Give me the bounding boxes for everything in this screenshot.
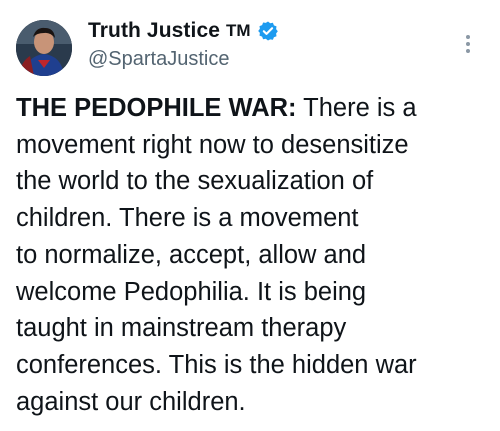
avatar-image <box>16 20 72 76</box>
more-vertical-icon[interactable] <box>456 32 480 56</box>
post-text-line: children. There is a movement <box>16 204 359 233</box>
display-name-row: Truth Justice TM <box>88 16 279 46</box>
post-text-line: against our children. <box>16 387 246 416</box>
post-text-line: taught in mainstream therapy <box>16 314 347 343</box>
trademark-mark: TM <box>226 21 251 40</box>
verified-badge-icon <box>257 20 279 42</box>
post-text-line-fragment: There is a <box>296 94 417 122</box>
post-text-lead: THE PEDOPHILE WAR: <box>16 94 297 122</box>
author-names: Truth Justice TM @SpartaJustice <box>88 16 279 71</box>
display-name[interactable]: Truth Justice <box>88 19 220 43</box>
post-text-line: welcome Pedophilia. It is being <box>16 277 367 306</box>
post-text: THE PEDOPHILE WAR: There is a movement r… <box>16 90 486 420</box>
post-header: Truth Justice TM @SpartaJustice <box>16 14 484 76</box>
author-handle[interactable]: @SpartaJustice <box>88 48 279 71</box>
post-text-line: to normalize, accept, allow and <box>16 240 367 269</box>
post-text-line: THE PEDOPHILE WAR: There is a <box>16 90 486 127</box>
post-text-line: movement right now to desensitize <box>16 130 409 159</box>
post-text-line: conferences. This is the hidden war <box>16 350 417 379</box>
post-text-line: the world to the sexualization of <box>16 167 374 196</box>
avatar[interactable] <box>16 20 72 76</box>
post-card: Truth Justice TM @SpartaJustice THE PEDO… <box>0 0 500 431</box>
